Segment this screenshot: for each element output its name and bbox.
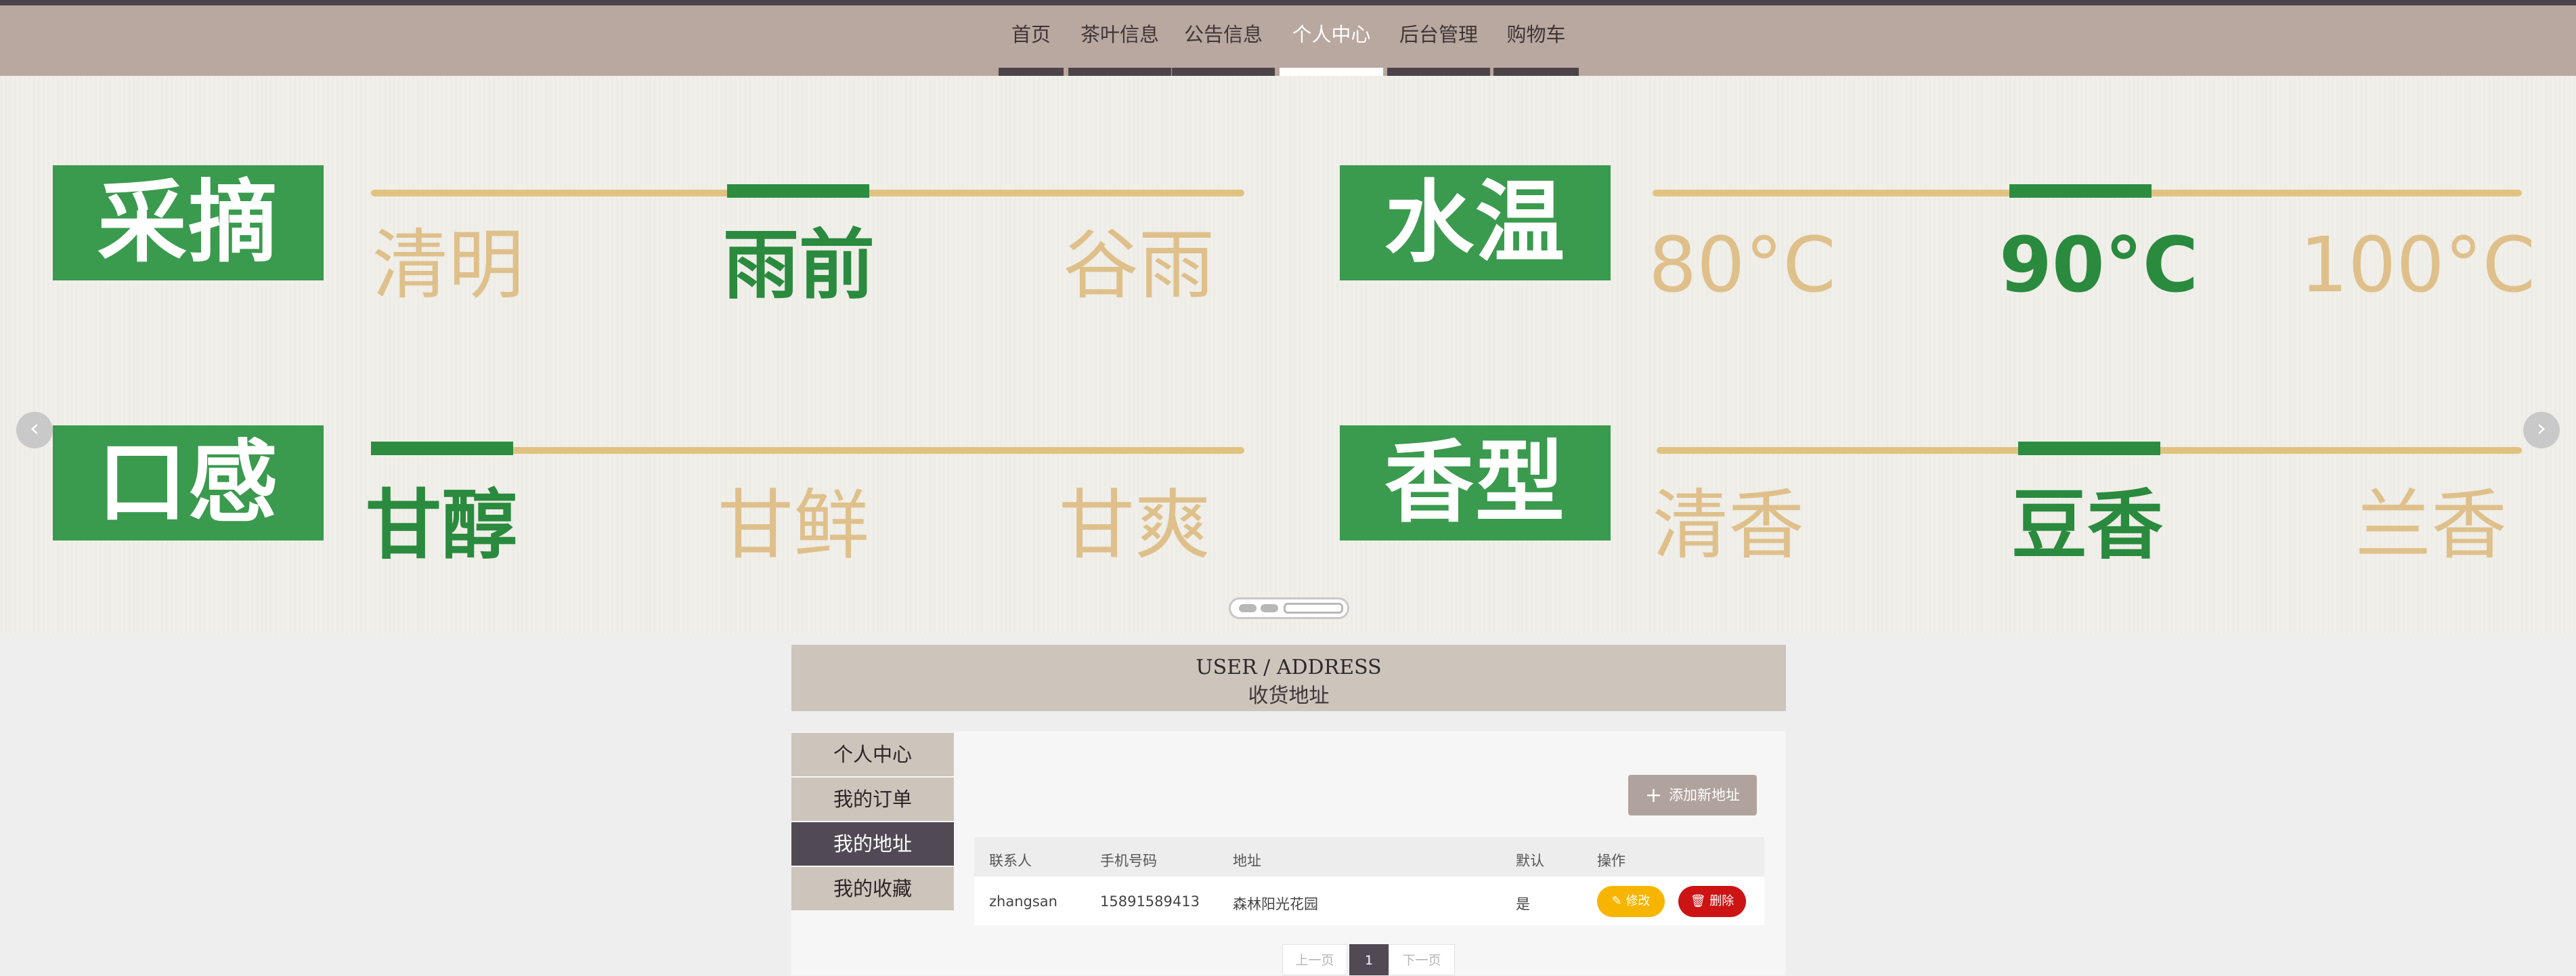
attr-option: 甘爽 bbox=[1059, 482, 1210, 570]
header-address: 地址 bbox=[1233, 853, 1261, 869]
attr-title: 口感 bbox=[53, 425, 324, 540]
nav-home[interactable]: 首页 bbox=[999, 5, 1064, 76]
plus-icon: + bbox=[1644, 784, 1663, 807]
nav-admin[interactable]: 后台管理 bbox=[1387, 5, 1490, 76]
trash-icon: 🗑 bbox=[1690, 894, 1706, 908]
attr-option-selected: 90°C bbox=[1999, 221, 2199, 310]
cell-address: 森林阳光花园 bbox=[1233, 896, 1318, 912]
nav-tea-info[interactable]: 茶叶信息 bbox=[1068, 5, 1171, 76]
attr-highlight bbox=[2018, 442, 2160, 455]
carousel-dot[interactable] bbox=[1239, 604, 1257, 612]
page-1-button[interactable]: 1 bbox=[1349, 944, 1389, 975]
main-content: 个人中心 我的订单 我的地址 我的收藏 + 添加新地址 联系人 手机号码 地址 默… bbox=[791, 731, 1786, 975]
edit-label: 修改 bbox=[1625, 894, 1651, 908]
delete-button[interactable]: 🗑 删除 bbox=[1678, 886, 1746, 917]
nav-cart[interactable]: 购物车 bbox=[1493, 5, 1579, 76]
sidebar-item-label: 个人中心 bbox=[833, 743, 912, 766]
attr-title: 水温 bbox=[1340, 165, 1611, 280]
attr-title: 采摘 bbox=[53, 165, 324, 280]
section-title: USER / ADDRESS 收货地址 bbox=[791, 645, 1786, 711]
nav-home-label: 首页 bbox=[1011, 23, 1051, 46]
attr-option: 兰香 bbox=[2355, 482, 2507, 570]
nav-personal-center-label: 个人中心 bbox=[1292, 23, 1371, 46]
sidebar-item-label: 我的订单 bbox=[833, 788, 912, 811]
header-default: 默认 bbox=[1516, 853, 1544, 869]
nav-tea-info-label: 茶叶信息 bbox=[1080, 23, 1159, 46]
banner-carousel: 采摘 清明 雨前 谷雨 水温 80°C 90°C 100°C 口感 甘醇 甘鲜 … bbox=[0, 76, 2576, 634]
nav-notices-label: 公告信息 bbox=[1183, 23, 1263, 46]
sidebar-item-personal-center[interactable]: 个人中心 bbox=[791, 733, 954, 776]
attr-option-selected: 豆香 bbox=[2011, 482, 2163, 570]
attr-option: 甘鲜 bbox=[718, 482, 869, 570]
attr-title: 香型 bbox=[1340, 425, 1611, 540]
attr-group-picking: 采摘 清明 雨前 谷雨 bbox=[53, 165, 1278, 328]
top-strip bbox=[0, 0, 2576, 5]
header-contact: 联系人 bbox=[989, 853, 1032, 869]
carousel-dot[interactable] bbox=[1261, 604, 1278, 612]
nav-cart-label: 购物车 bbox=[1506, 23, 1566, 46]
header-actions: 操作 bbox=[1597, 853, 1625, 869]
table-header: 联系人 手机号码 地址 默认 操作 bbox=[974, 837, 1764, 876]
sidebar-item-orders[interactable]: 我的订单 bbox=[791, 778, 954, 821]
top-navbar: 首页 茶叶信息 公告信息 个人中心 后台管理 购物车 bbox=[0, 5, 2576, 76]
carousel-indicators bbox=[1229, 597, 1349, 619]
attr-highlight bbox=[2009, 184, 2152, 198]
attr-option: 清明 bbox=[372, 221, 524, 310]
cell-phone: 15891589413 bbox=[1100, 893, 1200, 910]
next-page-button[interactable]: 下一页 bbox=[1389, 944, 1455, 975]
attr-option: 清香 bbox=[1653, 482, 1804, 570]
nav-admin-label: 后台管理 bbox=[1399, 23, 1478, 46]
carousel-dot-active[interactable] bbox=[1284, 603, 1343, 614]
sidebar-item-label: 我的收藏 bbox=[833, 877, 912, 900]
attr-option: 谷雨 bbox=[1063, 221, 1215, 310]
main-nav: 首页 茶叶信息 公告信息 个人中心 后台管理 购物车 bbox=[0, 5, 2576, 76]
chevron-right-icon[interactable]: › bbox=[2523, 412, 2560, 448]
section-title-zh: 收货地址 bbox=[1248, 684, 1330, 708]
cell-default: 是 bbox=[1516, 896, 1530, 912]
sidebar-item-address[interactable]: 我的地址 bbox=[791, 822, 954, 866]
cell-contact: zhangsan bbox=[989, 893, 1057, 910]
attr-option-selected: 甘醇 bbox=[366, 482, 517, 570]
pencil-icon: ✎ bbox=[1611, 894, 1622, 908]
chevron-left-icon[interactable]: ‹ bbox=[16, 412, 53, 448]
delete-label: 删除 bbox=[1709, 894, 1734, 908]
sidebar-item-favorites[interactable]: 我的收藏 bbox=[791, 867, 954, 910]
attr-group-taste: 口感 甘醇 甘鲜 甘爽 bbox=[53, 425, 1278, 588]
add-address-button[interactable]: + 添加新地址 bbox=[1628, 775, 1757, 815]
attr-highlight bbox=[371, 442, 513, 455]
attr-option: 80°C bbox=[1649, 221, 1836, 310]
nav-notices[interactable]: 公告信息 bbox=[1172, 5, 1275, 76]
sidebar-item-label: 我的地址 bbox=[833, 832, 912, 855]
attr-highlight bbox=[727, 184, 869, 198]
add-address-label: 添加新地址 bbox=[1669, 787, 1741, 803]
table-row: zhangsan 15891589413 森林阳光花园 是 ✎ 修改 🗑 删除 bbox=[974, 876, 1764, 925]
prev-page-button[interactable]: 上一页 bbox=[1282, 944, 1347, 975]
nav-personal-center[interactable]: 个人中心 bbox=[1280, 5, 1383, 76]
header-phone: 手机号码 bbox=[1100, 853, 1157, 869]
section-title-en: USER / ADDRESS bbox=[1196, 656, 1382, 679]
edit-button[interactable]: ✎ 修改 bbox=[1597, 886, 1665, 917]
attr-group-aroma: 香型 清香 豆香 兰香 bbox=[1340, 425, 2565, 588]
attr-group-water-temp: 水温 80°C 90°C 100°C bbox=[1340, 165, 2565, 328]
attr-option: 100°C bbox=[2300, 221, 2535, 310]
attr-option-selected: 雨前 bbox=[723, 221, 875, 310]
